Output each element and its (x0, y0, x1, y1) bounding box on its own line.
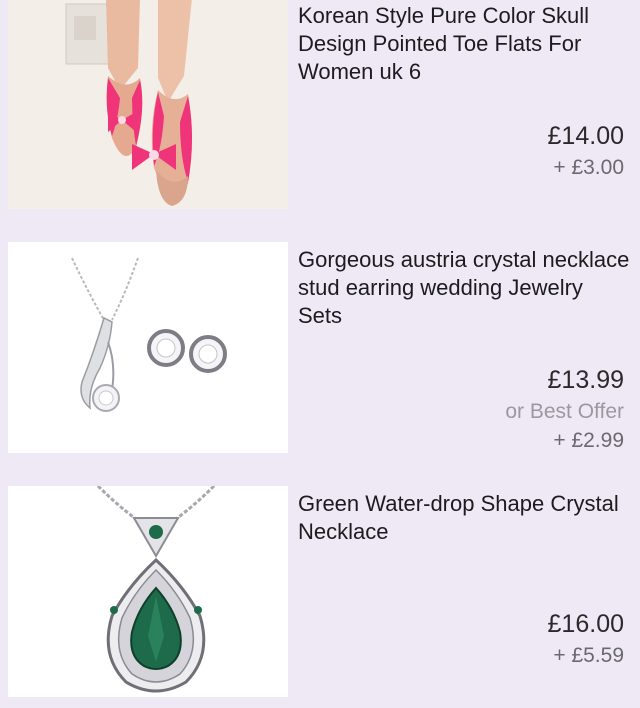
listing-item[interactable]: Korean Style Pure Color Skull Design Poi… (0, 0, 640, 213)
listing-price: £13.99 (547, 366, 624, 394)
listing-title[interactable]: Gorgeous austria crystal necklace stud e… (298, 246, 632, 330)
listing-title[interactable]: Korean Style Pure Color Skull Design Poi… (298, 2, 632, 86)
best-offer-label: or Best Offer (505, 400, 624, 423)
shipping-cost: + £3.00 (553, 156, 624, 179)
green-crystal-necklace-photo[interactable] (8, 486, 288, 697)
listing-item[interactable]: Green Water-drop Shape Crystal Necklace … (0, 486, 640, 708)
listing-item[interactable]: Gorgeous austria crystal necklace stud e… (0, 242, 640, 457)
shipping-cost: + £5.59 (553, 644, 624, 667)
listing-title[interactable]: Green Water-drop Shape Crystal Necklace (298, 490, 632, 546)
crystal-jewelry-set-photo[interactable] (8, 242, 288, 453)
listing-price: £14.00 (547, 122, 624, 150)
pink-bow-flats-photo[interactable] (8, 0, 288, 209)
shipping-cost: + £2.99 (553, 429, 624, 452)
listing-price: £16.00 (547, 610, 624, 638)
